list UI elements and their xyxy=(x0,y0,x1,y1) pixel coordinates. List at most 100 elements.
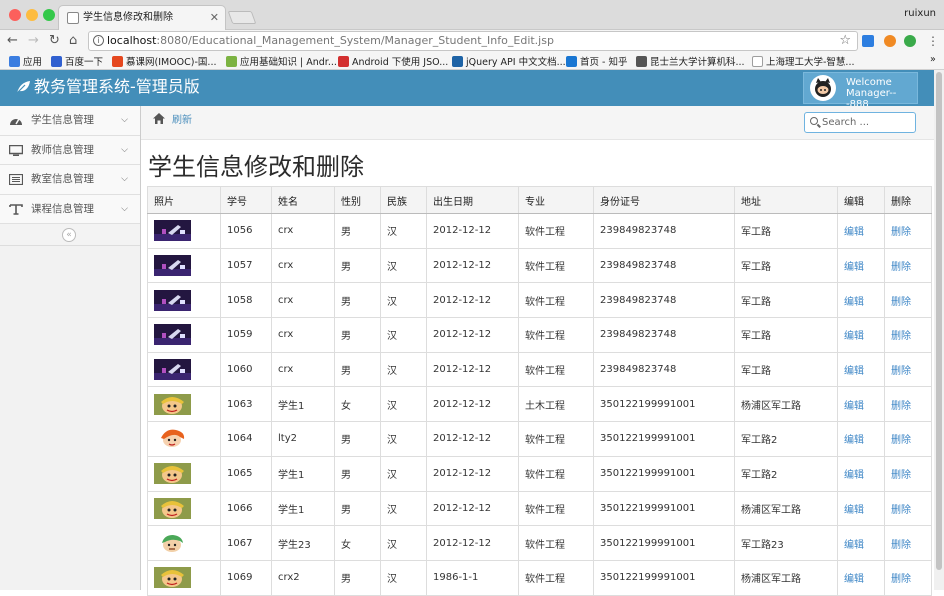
edit-link[interactable]: 编辑 xyxy=(844,505,864,516)
bookmark-baidu[interactable]: 百度一下 xyxy=(51,54,103,68)
cell-id-card: 239849823748 xyxy=(593,247,735,284)
sidebar-item-course-management[interactable]: 课程信息管理 ⌵ xyxy=(0,194,140,224)
browser-profile-name[interactable]: ruixun xyxy=(904,8,936,19)
cell-edit: 编辑 xyxy=(837,490,885,527)
cell-photo xyxy=(147,455,221,492)
forward-arrow-icon[interactable]: → xyxy=(28,33,39,49)
edit-link[interactable]: 编辑 xyxy=(844,574,864,585)
extension-new-icon[interactable] xyxy=(862,35,874,47)
bookmark-star-icon[interactable]: ☆ xyxy=(839,32,851,50)
column-header-edit: 编辑 xyxy=(837,186,885,214)
bookmark-android-basics[interactable]: 应用基础知识 | Andr... xyxy=(226,54,337,68)
extension-orange-icon[interactable] xyxy=(884,35,896,47)
address-bar[interactable]: i localhost:8080/Educational_Management_… xyxy=(88,31,858,51)
sidebar-item-teacher-management[interactable]: 教师信息管理 ⌵ xyxy=(0,135,140,165)
cell-id-card: 350122199991001 xyxy=(593,455,735,492)
delete-link[interactable]: 删除 xyxy=(891,505,911,516)
edit-link[interactable]: 编辑 xyxy=(844,540,864,551)
cell-address: 军工路2 xyxy=(734,421,838,457)
new-tab-button[interactable] xyxy=(227,11,257,24)
welcome-label: Welcome xyxy=(846,77,892,88)
page-scrollbar[interactable] xyxy=(934,70,944,590)
browser-tab[interactable]: 学生信息修改和删除 ✕ xyxy=(58,5,226,30)
cell-ethnicity: 汉 xyxy=(380,351,427,388)
edit-link[interactable]: 编辑 xyxy=(844,401,864,412)
cell-ethnicity: 汉 xyxy=(380,455,427,492)
cell-id-card: 239849823748 xyxy=(593,282,735,319)
delete-link[interactable]: 删除 xyxy=(891,435,911,446)
browser-menu-icon[interactable]: ⋮ xyxy=(927,33,939,49)
cell-name: crx xyxy=(271,351,335,388)
sidebar-item-student-management[interactable]: 学生信息管理 ⌵ xyxy=(0,106,140,136)
column-header-photo: 照片 xyxy=(147,186,221,214)
delete-link[interactable]: 删除 xyxy=(891,470,911,481)
cell-edit: 编辑 xyxy=(837,317,885,353)
back-arrow-icon[interactable]: ← xyxy=(7,33,18,49)
cell-edit: 编辑 xyxy=(837,247,885,284)
sidebar-item-label: 学生信息管理 xyxy=(31,114,94,126)
extension-green-icon[interactable] xyxy=(904,35,916,47)
bookmark-zhihu[interactable]: 首页 - 知乎 xyxy=(566,54,627,68)
cell-id: 1066 xyxy=(220,490,272,527)
app-brand[interactable]: 教务管理系统-管理员版 xyxy=(16,77,200,97)
column-header-major: 专业 xyxy=(518,186,594,214)
window-close-button[interactable] xyxy=(9,9,21,21)
cell-name: crx xyxy=(271,317,335,353)
edit-link[interactable]: 编辑 xyxy=(844,297,864,308)
home-icon[interactable]: ⌂ xyxy=(69,33,77,49)
cell-birthdate: 2012-12-12 xyxy=(426,317,519,353)
delete-link[interactable]: 删除 xyxy=(891,366,911,377)
scrollbar-thumb[interactable] xyxy=(936,72,942,570)
bookmark-jquery[interactable]: jQuery API 中文文档... xyxy=(452,54,566,68)
home-icon[interactable] xyxy=(153,113,165,124)
app-header: 教务管理系统-管理员版 Welcome Manager---888 xyxy=(0,70,944,110)
tab-close-icon[interactable]: ✕ xyxy=(210,6,219,29)
delete-link[interactable]: 删除 xyxy=(891,262,911,273)
bookmarks-overflow-button[interactable]: » xyxy=(930,54,936,65)
bookmark-usst[interactable]: 上海理工大学-智慧... xyxy=(752,54,855,68)
info-icon[interactable]: i xyxy=(93,35,104,46)
cell-id: 1065 xyxy=(220,455,272,492)
cell-address: 军工路 xyxy=(734,282,838,319)
sidebar: 学生信息管理 ⌵ 教师信息管理 ⌵ 教室信息管理 ⌵ 课程信息管理 ⌵ « xyxy=(0,106,141,590)
search-input[interactable]: Search ... xyxy=(804,112,916,133)
bookmarks-bar: 应用 百度一下 慕课网(IMOOC)-国... 应用基础知识 | Andr...… xyxy=(0,52,944,70)
sidebar-collapse-button[interactable]: « xyxy=(62,228,76,242)
bookmark-apps[interactable]: 应用 xyxy=(9,54,42,68)
cell-ethnicity: 汉 xyxy=(380,421,427,457)
cell-name: crx xyxy=(271,282,335,319)
delete-link[interactable]: 删除 xyxy=(891,540,911,551)
cell-id: 1057 xyxy=(220,247,272,284)
window-maximize-button[interactable] xyxy=(43,9,55,21)
delete-link[interactable]: 删除 xyxy=(891,297,911,308)
cell-major: 软件工程 xyxy=(518,490,594,527)
bookmark-imooc[interactable]: 慕课网(IMOOC)-国... xyxy=(112,54,217,68)
table-row: 1060 crx 男汉 2012-12-12 软件工程 239849823748 军工路 编辑… xyxy=(147,351,932,388)
edit-link[interactable]: 编辑 xyxy=(844,262,864,273)
edit-link[interactable]: 编辑 xyxy=(844,366,864,377)
cell-major: 土木工程 xyxy=(518,386,594,423)
window-minimize-button[interactable] xyxy=(26,9,38,21)
reload-icon[interactable]: ↻ xyxy=(49,33,60,49)
edit-link[interactable]: 编辑 xyxy=(844,227,864,238)
cell-id-card: 239849823748 xyxy=(593,351,735,388)
cell-name: crx xyxy=(271,247,335,284)
delete-link[interactable]: 删除 xyxy=(891,574,911,585)
cell-edit: 编辑 xyxy=(837,282,885,319)
edit-link[interactable]: 编辑 xyxy=(844,331,864,342)
cell-photo xyxy=(147,247,221,284)
cell-address: 军工路 xyxy=(734,351,838,388)
bookmark-android-json[interactable]: Android 下使用 JSO... xyxy=(338,54,448,68)
user-menu[interactable]: Welcome Manager---888 xyxy=(803,72,918,110)
sidebar-item-classroom-management[interactable]: 教室信息管理 ⌵ xyxy=(0,165,140,195)
leaf-icon xyxy=(16,81,30,94)
bookmark-uq[interactable]: 昆士兰大学计算机科... xyxy=(636,54,745,68)
edit-link[interactable]: 编辑 xyxy=(844,470,864,481)
delete-link[interactable]: 删除 xyxy=(891,401,911,412)
cell-id: 1056 xyxy=(220,213,272,249)
refresh-link[interactable]: 刷新 xyxy=(172,111,192,126)
cell-delete: 删除 xyxy=(884,213,932,249)
delete-link[interactable]: 删除 xyxy=(891,331,911,342)
edit-link[interactable]: 编辑 xyxy=(844,435,864,446)
delete-link[interactable]: 删除 xyxy=(891,227,911,238)
